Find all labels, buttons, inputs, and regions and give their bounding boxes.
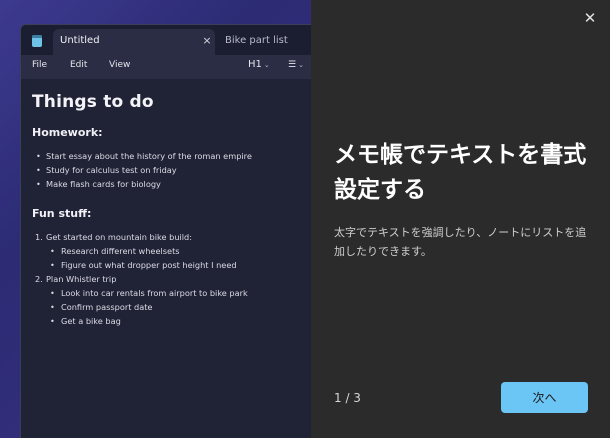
tab-untitled: Untitled × xyxy=(53,29,215,55)
page-counter: 1 / 3 xyxy=(334,391,361,405)
chevron-down-icon: ⌄ xyxy=(298,61,304,69)
list-item: Make flash cards for biology xyxy=(32,177,311,191)
notepad-titlebar: Untitled × Bike part list xyxy=(21,25,311,55)
fun-heading: Fun stuff: xyxy=(32,207,92,220)
tab-label: Untitled xyxy=(60,35,100,46)
tab-close-icon: × xyxy=(202,34,212,47)
sub-list-item: Look into car rentals from airport to bi… xyxy=(46,286,311,300)
document-content: Things to do Homework: Start essay about… xyxy=(21,79,311,438)
list-dropdown: ☰ ⌄ xyxy=(288,60,304,70)
notepad-window-preview: Untitled × Bike part list File Edit View… xyxy=(20,24,311,438)
heading-label: H1 xyxy=(248,59,262,70)
menu-view: View xyxy=(109,60,131,70)
menu-file: File xyxy=(32,60,48,70)
teaching-panel: ✕ メモ帳でテキストを書式設定する 太字でテキストを強調したり、ノートにリストを… xyxy=(311,0,610,438)
sub-list-item: Get a bike bag xyxy=(46,314,311,328)
notepad-menubar: File Edit View H1 ⌄ ☰ ⌄ xyxy=(21,55,311,79)
close-icon[interactable]: ✕ xyxy=(582,10,598,26)
chevron-down-icon: ⌄ xyxy=(263,61,270,69)
notepad-app-icon xyxy=(32,35,42,47)
homework-heading: Homework: xyxy=(32,126,103,139)
menu-edit: Edit xyxy=(70,60,88,70)
sub-list-item: Figure out what dropper post height I ne… xyxy=(46,258,311,272)
tab-bike-part-list: Bike part list xyxy=(225,35,288,46)
list-item-text: Plan Whistler trip xyxy=(46,274,117,284)
list-item-text: Get started on mountain bike build: xyxy=(46,232,193,242)
sub-list: Look into car rentals from airport to bi… xyxy=(46,286,311,328)
list-icon: ☰ xyxy=(288,60,297,70)
list-item: Study for calculus test on friday xyxy=(32,163,311,177)
sub-list-item: Confirm passport date xyxy=(46,300,311,314)
list-number: 1. xyxy=(35,232,43,242)
document-title: Things to do xyxy=(32,92,154,112)
sub-list-item: Research different wheelsets xyxy=(46,244,311,258)
list-item: 2. Plan Whistler trip Look into car rent… xyxy=(32,272,311,328)
list-item: 1. Get started on mountain bike build: R… xyxy=(32,230,311,272)
illustration-area: Untitled × Bike part list File Edit View… xyxy=(0,0,311,438)
sub-list: Research different wheelsets Figure out … xyxy=(46,244,311,272)
list-number: 2. xyxy=(35,274,43,284)
next-button[interactable]: 次へ xyxy=(501,382,588,413)
list-item: Start essay about the history of the rom… xyxy=(32,149,311,163)
panel-description: 太字でテキストを強調したり、ノートにリストを追加したりできます。 xyxy=(334,226,587,258)
fun-list: 1. Get started on mountain bike build: R… xyxy=(32,230,311,328)
heading-dropdown: H1 ⌄ xyxy=(248,59,270,70)
panel-title: メモ帳でテキストを書式設定する xyxy=(334,142,587,203)
homework-list: Start essay about the history of the rom… xyxy=(32,149,311,191)
